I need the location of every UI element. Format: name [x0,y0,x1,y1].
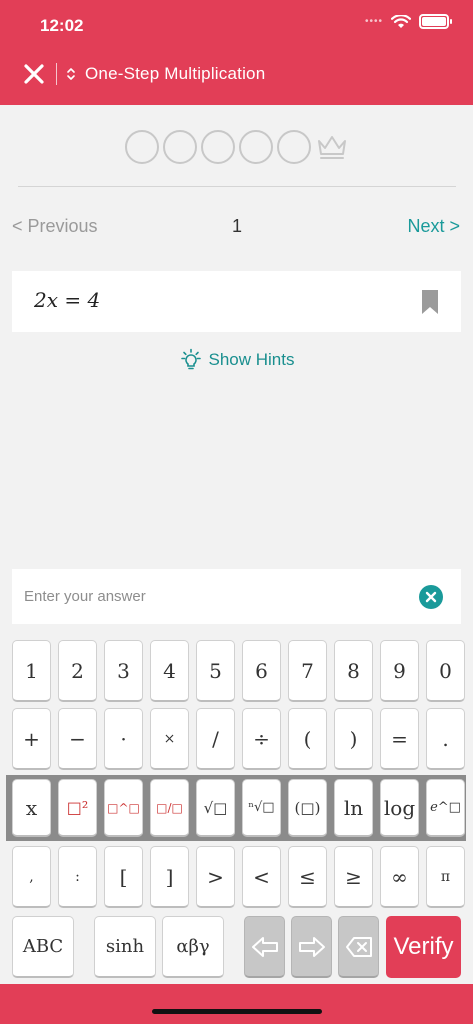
key-exp[interactable]: e^□ [426,779,465,837]
battery-icon [419,14,452,29]
key-fraction[interactable]: □/□ [150,779,189,837]
key-less[interactable]: < [242,846,281,908]
key-x[interactable]: x [12,779,51,837]
progress-step [200,130,235,164]
key-slash[interactable]: / [196,708,235,770]
status-time: 12:02 [40,16,84,35]
header-bar: 12:02 •••• One-Step Multiplication [0,0,473,105]
key-9[interactable]: 9 [380,640,419,702]
key-close-bracket[interactable]: ] [150,846,189,908]
key-colon[interactable]: : [58,846,97,908]
show-hints-label: Show Hints [208,350,295,369]
key-greater-equal[interactable]: ≥ [334,846,373,908]
key-7[interactable]: 7 [288,640,327,702]
key-3[interactable]: 3 [104,640,143,702]
progress-step [276,130,311,164]
previous-link[interactable]: < Previous [12,216,98,237]
key-sqrt[interactable]: √□ [196,779,235,837]
divider [18,186,456,187]
arrow-left-button[interactable] [244,916,285,978]
key-dot-multiply[interactable]: · [104,708,143,770]
progress-step [124,130,159,164]
page-number: 1 [232,216,243,236]
home-indicator[interactable] [152,1009,322,1014]
verify-button[interactable]: Verify [386,916,461,978]
key-power[interactable]: □^□ [104,779,143,837]
next-link[interactable]: Next > [407,216,460,237]
wifi-icon [391,14,411,28]
key-less-equal[interactable]: ≤ [288,846,327,908]
key-equals[interactable]: = [380,708,419,770]
backspace-icon [345,936,372,957]
close-icon [24,64,44,84]
key-0[interactable]: 0 [426,640,465,702]
key-pi[interactable]: π [426,846,465,908]
progress-step [162,130,197,164]
key-close-paren[interactable]: ) [334,708,373,770]
problem-card: 2x = 4 [12,271,461,332]
key-comma[interactable]: , [12,846,51,908]
key-infinity[interactable]: ∞ [380,846,419,908]
close-button[interactable] [22,62,46,86]
key-1[interactable]: 1 [12,640,51,702]
page-title[interactable]: One-Step Multiplication [85,64,265,84]
key-6[interactable]: 6 [242,640,281,702]
signal-icon: •••• [364,16,383,27]
clear-icon [425,591,437,603]
arrow-right-icon [298,936,325,957]
key-square[interactable]: □² [58,779,97,837]
key-5[interactable]: 5 [196,640,235,702]
key-open-bracket[interactable]: [ [104,846,143,908]
key-minus[interactable]: − [58,708,97,770]
key-greater[interactable]: > [196,846,235,908]
nav-divider [56,63,57,85]
key-8[interactable]: 8 [334,640,373,702]
bookmark-icon[interactable] [421,290,439,314]
arrow-right-button[interactable] [291,916,332,978]
key-abc[interactable]: ABC [12,916,74,978]
progress-step [238,130,273,164]
backspace-button[interactable] [338,916,379,978]
key-parentheses[interactable]: (□) [288,779,327,837]
key-2[interactable]: 2 [58,640,97,702]
pager: < Previous 1 Next > [12,214,462,242]
chevron-updown-icon[interactable] [65,66,77,82]
key-4[interactable]: 4 [150,640,189,702]
progress-tracker [0,128,473,166]
key-decimal[interactable]: . [426,708,465,770]
footer-bar [0,984,473,1024]
show-hints-button[interactable]: Show Hints [0,344,473,376]
key-open-paren[interactable]: ( [288,708,327,770]
nav-row: One-Step Multiplication [22,60,265,88]
key-ln[interactable]: ln [334,779,373,837]
key-plus[interactable]: + [12,708,51,770]
crown-icon [315,130,349,164]
answer-input[interactable] [12,569,412,624]
key-log[interactable]: log [380,779,419,837]
key-sinh[interactable]: sinh [94,916,156,978]
arrow-left-icon [251,936,278,957]
problem-equation: 2x = 4 [34,288,101,312]
status-icons: •••• [364,14,452,29]
clear-answer-button[interactable] [419,585,443,609]
key-greek[interactable]: αβγ [162,916,224,978]
key-divide[interactable]: ÷ [242,708,281,770]
key-nth-root[interactable]: ⁿ√□ [242,779,281,837]
math-keyboard: 1 2 3 4 5 6 7 8 9 0 + − · × / ÷ ( ) = . … [0,634,473,984]
answer-box [12,569,461,624]
lightbulb-icon [180,348,201,370]
key-times[interactable]: × [150,708,189,770]
